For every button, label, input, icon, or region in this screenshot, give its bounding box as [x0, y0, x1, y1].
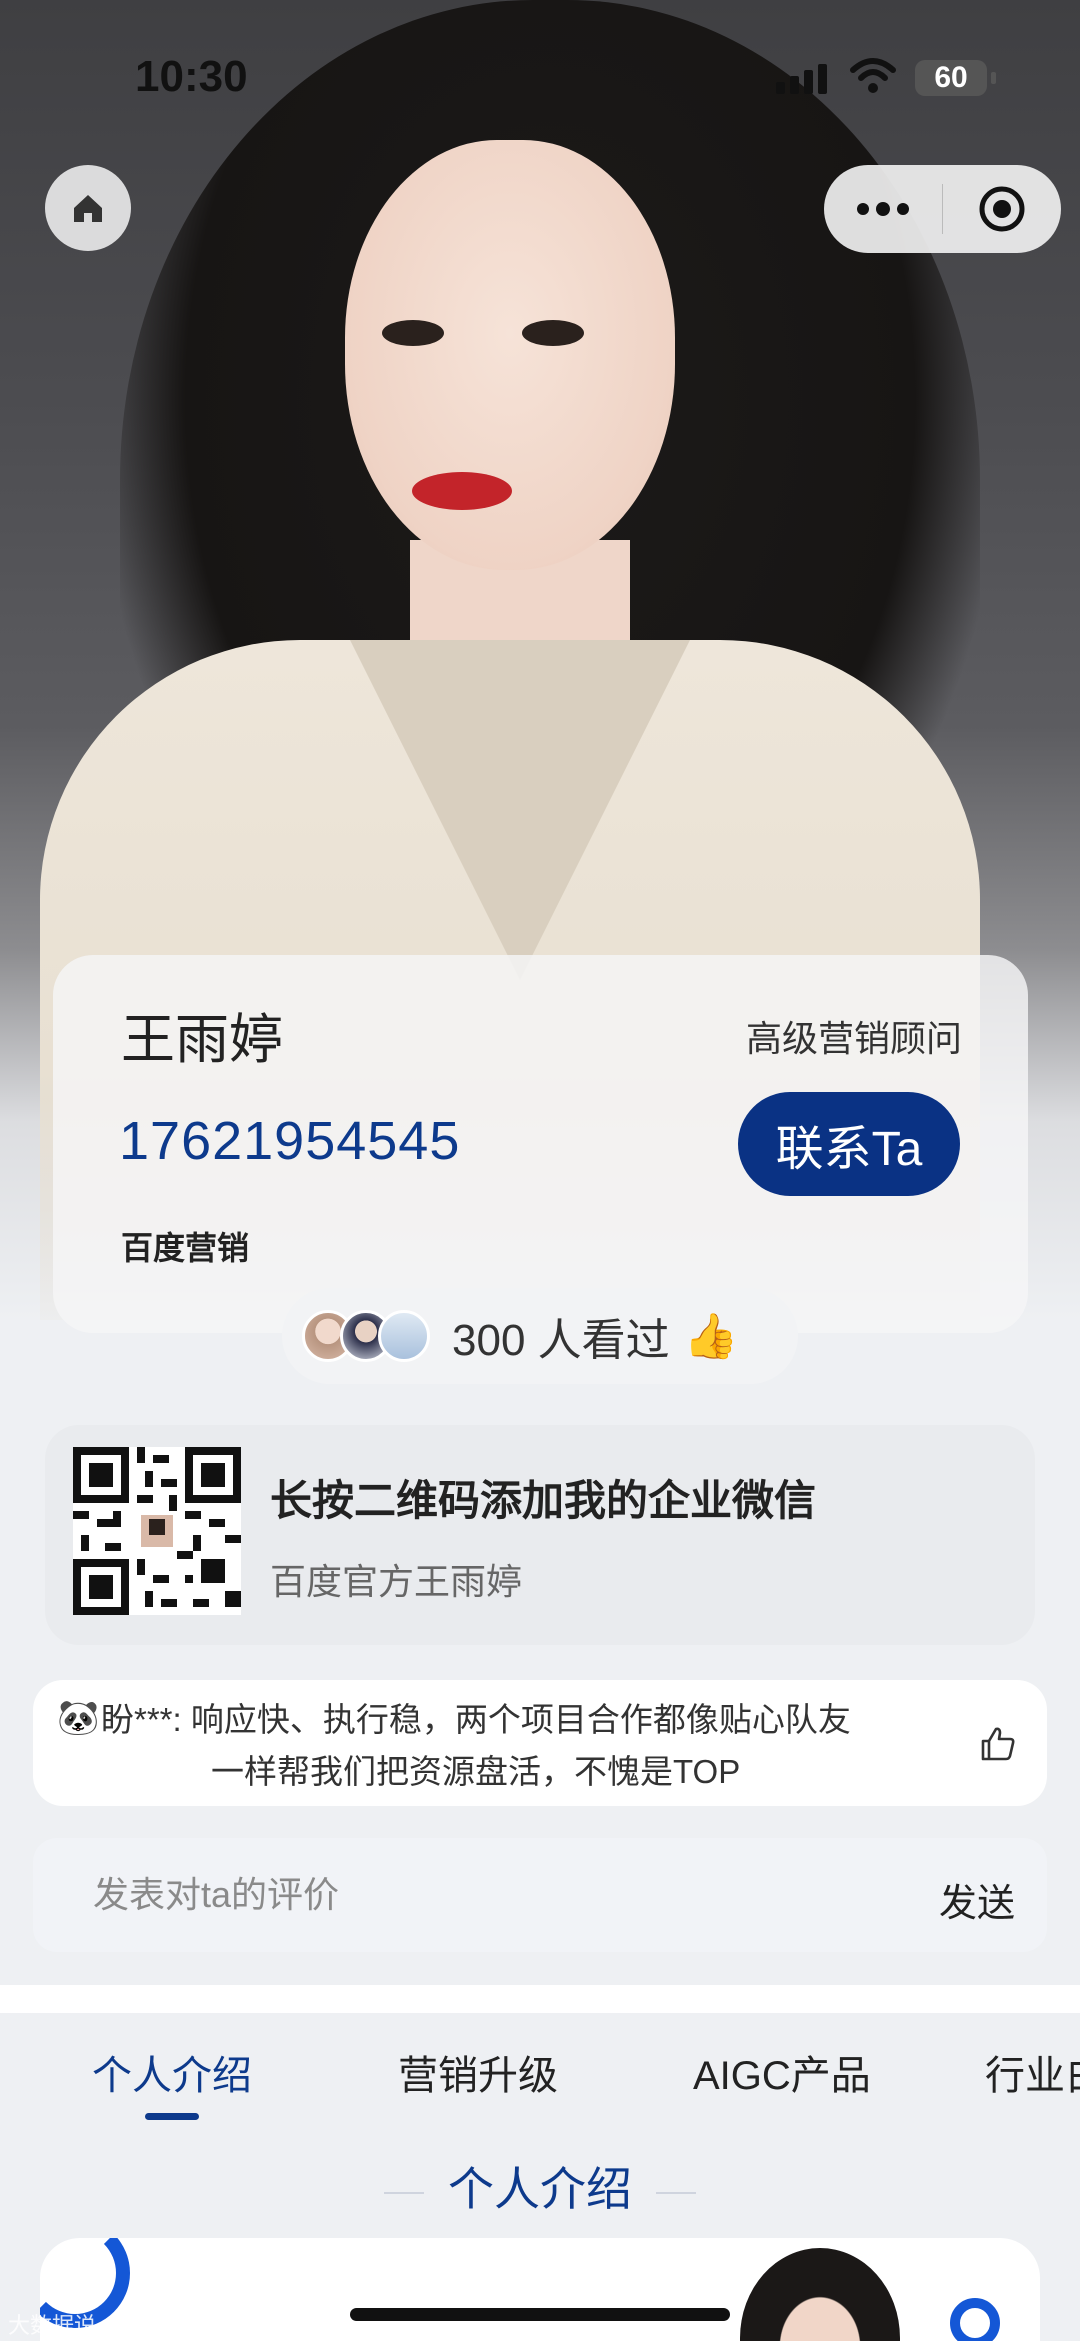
home-indicator[interactable] [350, 2308, 730, 2321]
section-separator [0, 1985, 1080, 2013]
qr-card-subtitle: 百度官方王雨婷 [270, 1561, 523, 1602]
home-icon [74, 195, 102, 222]
profile-title: 高级营销顾问 [745, 1018, 962, 1059]
miniprogram-capsule [824, 165, 1061, 253]
photo-lips [412, 472, 512, 510]
photo-eye-right [522, 320, 584, 346]
viewers-count: 300 人看过 [452, 1316, 670, 1365]
wechat-qr-card[interactable]: 长按二维码添加我的企业微信 百度官方王雨婷 [45, 1425, 1035, 1645]
signal-icon [776, 64, 827, 94]
photo-face [345, 140, 675, 570]
viewer-avatar [378, 1310, 430, 1362]
photo-eye-left [382, 320, 444, 346]
qr-code[interactable] [73, 1447, 241, 1615]
review-comment: 🐼 盼***: 响应快、执行稳，两个项目合作都像贴心队友 一样帮我们把资源盘活，… [33, 1680, 1047, 1806]
thumbs-up-icon[interactable]: 👍 [684, 1310, 739, 1362]
intro-photo [740, 2248, 900, 2341]
active-tab-indicator [145, 2113, 199, 2120]
profile-company: 百度营销 [121, 1230, 250, 1266]
contact-button[interactable]: 联系Ta [738, 1092, 960, 1196]
intro-card[interactable] [40, 2238, 1040, 2341]
profile-phone[interactable]: 17621954545 [119, 1110, 460, 1172]
review-input[interactable] [93, 1838, 873, 1952]
review-text: 盼***: 响应快、执行稳，两个项目合作都像贴心队友 一样帮我们把资源盘活，不愧… [101, 1694, 971, 1798]
tab-aigc-products[interactable]: AIGC产品 [693, 2043, 871, 2101]
wifi-icon [850, 58, 896, 93]
profile-card: 王雨婷 高级营销顾问 17621954545 联系Ta 百度营销 [53, 955, 1028, 1333]
home-button[interactable] [45, 165, 131, 251]
decor-ring [950, 2298, 1000, 2341]
like-icon[interactable] [979, 1725, 1017, 1763]
status-bar: 10:30 60 [0, 0, 1080, 150]
close-miniprogram-button[interactable] [943, 165, 1061, 253]
qr-code-image [73, 1447, 241, 1615]
tab-marketing-upgrade[interactable]: 营销升级 [398, 2043, 558, 2101]
tab-personal-intro[interactable]: 个人介绍 [92, 2043, 252, 2101]
review-text-line1: 盼***: 响应快、执行稳，两个项目合作都像贴心队友 [101, 1701, 851, 1738]
watermark: 大数据说 [8, 2313, 97, 2338]
section-title: 个人介绍 [0, 2153, 1080, 2219]
content-tabs: 个人介绍 营销升级 AIGC产品 行业白 个人介绍 [0, 2013, 1080, 2341]
review-text-line2: 一样帮我们把资源盘活，不愧是TOP [211, 1753, 741, 1790]
more-button[interactable] [824, 165, 942, 253]
tab-industry[interactable]: 行业白 [985, 2043, 1080, 2101]
profile-name: 王雨婷 [121, 1010, 283, 1070]
battery-icon: 60 [915, 60, 996, 96]
target-icon [979, 186, 1025, 232]
panda-icon: 🐼 [57, 1699, 100, 1737]
status-time: 10:30 [135, 52, 248, 101]
viewers-pill[interactable]: 300 人看过 👍 [282, 1288, 798, 1384]
qr-card-title: 长按二维码添加我的企业微信 [270, 1477, 817, 1524]
send-button[interactable]: 发送 [939, 1872, 1015, 1927]
photo-collar [350, 640, 690, 980]
review-input-box: 发送 [33, 1838, 1047, 1952]
more-dots-icon [857, 202, 909, 216]
